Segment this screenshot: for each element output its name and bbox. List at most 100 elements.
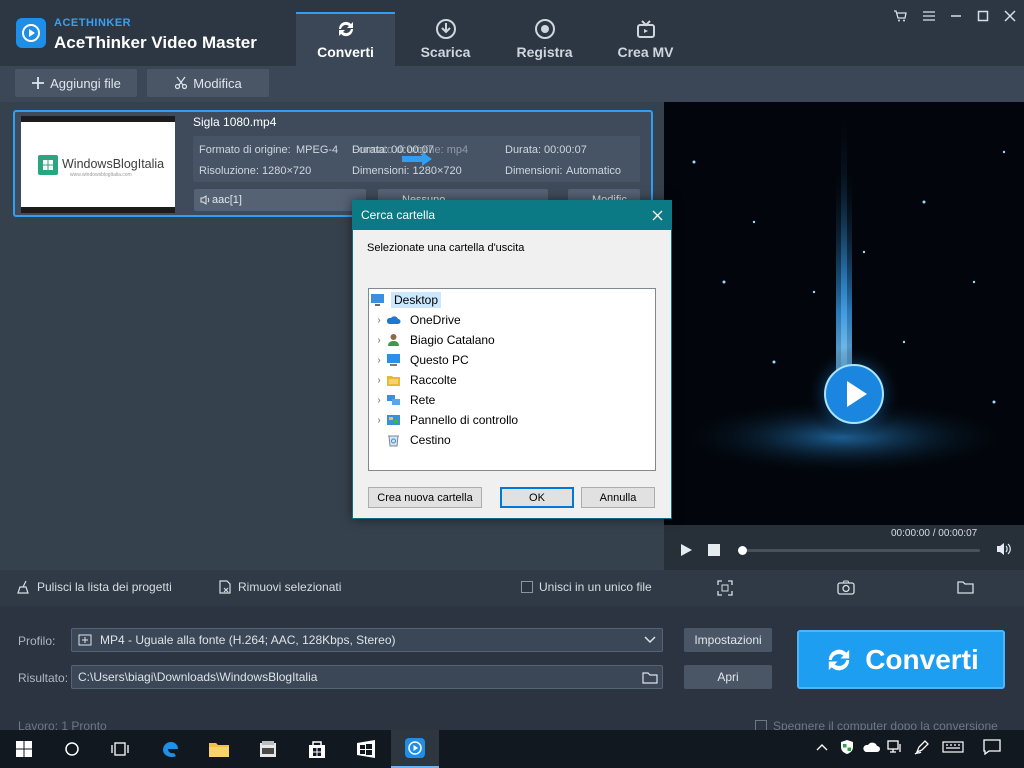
search-icon[interactable]	[48, 730, 96, 768]
convert-label: Converti	[865, 643, 979, 675]
refresh-icon	[829, 649, 850, 670]
tree-item-label: Questo PC	[410, 353, 469, 367]
maximize-icon[interactable]	[972, 7, 994, 25]
tree-item-label: Cestino	[410, 433, 451, 447]
clear-list-button[interactable]: Pulisci la lista dei progetti	[17, 580, 172, 594]
crop-icon[interactable]	[717, 580, 733, 596]
tab-crea-mv[interactable]: Crea MV	[596, 12, 695, 66]
download-icon	[435, 19, 456, 39]
expand-chevron-icon[interactable]: ›	[372, 395, 386, 406]
folder-icon[interactable]	[957, 580, 975, 594]
network-icon	[386, 393, 407, 407]
new-folder-button[interactable]: Crea nuova cartella	[368, 487, 482, 508]
target-dims-value: Automatico	[566, 165, 622, 177]
output-label: Risultato:	[18, 671, 69, 685]
open-button[interactable]: Apri	[684, 665, 772, 689]
expand-chevron-icon[interactable]: ›	[372, 335, 386, 346]
minimize-icon[interactable]	[945, 7, 967, 25]
task-view-icon[interactable]	[96, 730, 144, 768]
cancel-button[interactable]: Annulla	[581, 487, 655, 508]
acethinker-taskbar-icon[interactable]	[391, 730, 439, 768]
tab-registra[interactable]: Registra	[495, 12, 594, 66]
merge-label: Unisci in un unico file	[539, 580, 652, 594]
desktop-icon	[370, 293, 391, 307]
edit-button[interactable]: Modifica	[147, 69, 269, 97]
chevron-up-icon[interactable]	[816, 742, 828, 752]
tree-item-raccolte[interactable]: › Raccolte	[369, 370, 655, 390]
convert-arrow-icon	[402, 152, 432, 166]
tree-item-label: Biagio Catalano	[410, 333, 495, 347]
tree-item-rete[interactable]: › Rete	[369, 390, 655, 410]
audio-track-value: aac[1]	[212, 194, 242, 206]
resolution-value: 1280×720	[262, 165, 312, 177]
target-size: Dimensioni: 1280×720	[352, 165, 462, 177]
scissors-icon	[175, 76, 188, 90]
tree-item-cestino[interactable]: Cestino	[369, 430, 655, 450]
tree-item-label: OneDrive	[410, 313, 461, 327]
merge-checkbox[interactable]: Unisci in un unico file	[521, 580, 652, 594]
seek-bar[interactable]	[740, 549, 980, 552]
cloud-tray-icon[interactable]	[862, 741, 880, 753]
profile-select[interactable]: MP4 - Uguale alla fonte (H.264; AAC, 128…	[71, 628, 663, 652]
user-icon	[386, 333, 407, 347]
menu-icon[interactable]	[918, 7, 940, 25]
blog-app-icon[interactable]	[342, 730, 390, 768]
dialog-instruction: Selezionate una cartella d'uscita	[367, 242, 525, 254]
pen-tray-icon[interactable]	[914, 739, 930, 755]
audio-track-select[interactable]: aac[1]	[194, 189, 366, 211]
tab-converti[interactable]: Converti	[296, 12, 395, 66]
recycle-bin-icon	[386, 433, 407, 447]
tree-item-label: Rete	[410, 393, 436, 407]
stop-icon[interactable]	[707, 543, 721, 557]
broom-icon	[17, 580, 29, 594]
add-files-label: Aggiungi file	[50, 75, 121, 91]
close-icon[interactable]	[999, 7, 1021, 25]
tree-item-biagio-catalano[interactable]: › Biagio Catalano	[369, 330, 655, 350]
tree-item-pannello-di-controllo[interactable]: › Pannello di controllo	[369, 410, 655, 430]
tab-scarica[interactable]: Scarica	[396, 12, 495, 66]
edge-icon[interactable]	[146, 730, 194, 768]
file-explorer-icon[interactable]	[195, 730, 243, 768]
output-path-field[interactable]: C:\Users\biagi\Downloads\WindowsBlogItal…	[71, 665, 663, 689]
convert-button[interactable]: Converti	[797, 630, 1005, 689]
expand-chevron-icon[interactable]: ›	[372, 315, 386, 326]
camera-icon[interactable]	[837, 580, 855, 595]
expand-chevron-icon[interactable]: ›	[372, 355, 386, 366]
seek-handle[interactable]	[738, 546, 747, 555]
refresh-icon	[338, 21, 353, 37]
target-duration-value: 00:00:07	[544, 144, 587, 156]
settings-button[interactable]: Impostazioni	[684, 628, 772, 652]
clear-list-label: Pulisci la lista dei progetti	[37, 580, 172, 594]
tree-item-desktop[interactable]: Desktop	[369, 290, 655, 310]
target-duration-label: Durata:	[505, 144, 542, 156]
checkbox[interactable]	[521, 581, 533, 593]
notification-icon[interactable]	[983, 739, 1001, 755]
volume-icon[interactable]	[996, 542, 1012, 556]
expand-chevron-icon[interactable]: ›	[372, 415, 386, 426]
browse-folder-icon[interactable]	[642, 671, 658, 684]
tree-item-questo-pc[interactable]: › Questo PC	[369, 350, 655, 370]
tree-item-label: Pannello di controllo	[410, 413, 519, 427]
keyboard-tray-icon[interactable]	[942, 741, 964, 753]
cart-icon[interactable]	[889, 7, 911, 25]
start-icon[interactable]	[0, 730, 48, 768]
tab-label: Crea MV	[617, 44, 674, 60]
tv-icon	[636, 20, 655, 38]
tree-item-onedrive[interactable]: › OneDrive	[369, 310, 655, 330]
remove-selected-button[interactable]: Rimuovi selezionati	[218, 580, 341, 594]
tab-label: Registra	[516, 44, 573, 60]
store-icon[interactable]	[293, 730, 341, 768]
time-display: 00:00:00 / 00:00:07	[891, 528, 978, 539]
network-tray-icon[interactable]	[887, 740, 903, 754]
play-icon[interactable]	[679, 543, 693, 557]
expand-chevron-icon[interactable]: ›	[372, 375, 386, 386]
ok-button[interactable]: OK	[500, 487, 574, 508]
folder-tree[interactable]: Desktop › OneDrive › Biagio Catalano › Questo …	[368, 288, 656, 471]
security-shield-icon[interactable]	[839, 739, 855, 755]
app-icon[interactable]	[244, 730, 292, 768]
brand-small: ACETHINKER	[54, 17, 132, 29]
library-icon	[386, 373, 407, 387]
dialog-title: Cerca cartella	[352, 200, 672, 230]
dialog-close-icon[interactable]	[642, 200, 672, 230]
add-files-button[interactable]: Aggiungi file	[15, 69, 137, 97]
